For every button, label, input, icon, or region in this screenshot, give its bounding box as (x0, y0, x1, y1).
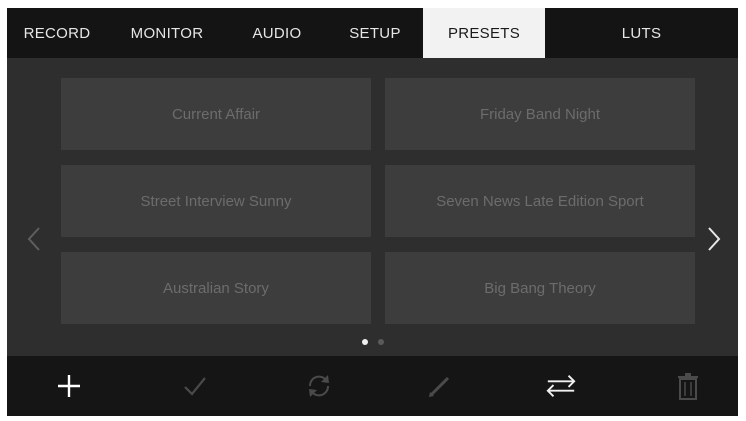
chevron-right-icon[interactable] (707, 226, 721, 252)
chevron-left-icon[interactable] (27, 226, 41, 252)
checkmark-icon[interactable] (179, 370, 211, 402)
presets-panel: Current Affair Friday Band Night Street … (7, 58, 738, 356)
pencil-icon[interactable] (424, 370, 456, 402)
refresh-icon[interactable] (303, 370, 335, 402)
tab-audio[interactable]: AUDIO (227, 8, 327, 58)
preset-button[interactable]: Friday Band Night (385, 78, 695, 150)
tab-luts[interactable]: LUTS (545, 8, 738, 58)
page-indicator (362, 339, 384, 345)
preset-button[interactable]: Street Interview Sunny (61, 165, 371, 237)
tab-record[interactable]: RECORD (7, 8, 107, 58)
tab-presets[interactable]: PRESETS (423, 8, 545, 58)
preset-button[interactable]: Seven News Late Edition Sport (385, 165, 695, 237)
preset-button[interactable]: Australian Story (61, 252, 371, 324)
tab-monitor[interactable]: MONITOR (107, 8, 227, 58)
trash-icon[interactable] (672, 370, 704, 402)
tab-setup[interactable]: SETUP (327, 8, 423, 58)
page-dot-active[interactable] (362, 339, 368, 345)
tab-bar: RECORD MONITOR AUDIO SETUP PRESETS LUTS (7, 8, 738, 58)
page-dot[interactable] (378, 339, 384, 345)
preset-button[interactable]: Current Affair (61, 78, 371, 150)
bottom-toolbar (7, 356, 738, 416)
import-export-icon[interactable] (545, 370, 577, 402)
plus-icon[interactable] (53, 370, 85, 402)
preset-button[interactable]: Big Bang Theory (385, 252, 695, 324)
camera-screen: RECORD MONITOR AUDIO SETUP PRESETS LUTS … (7, 8, 738, 416)
